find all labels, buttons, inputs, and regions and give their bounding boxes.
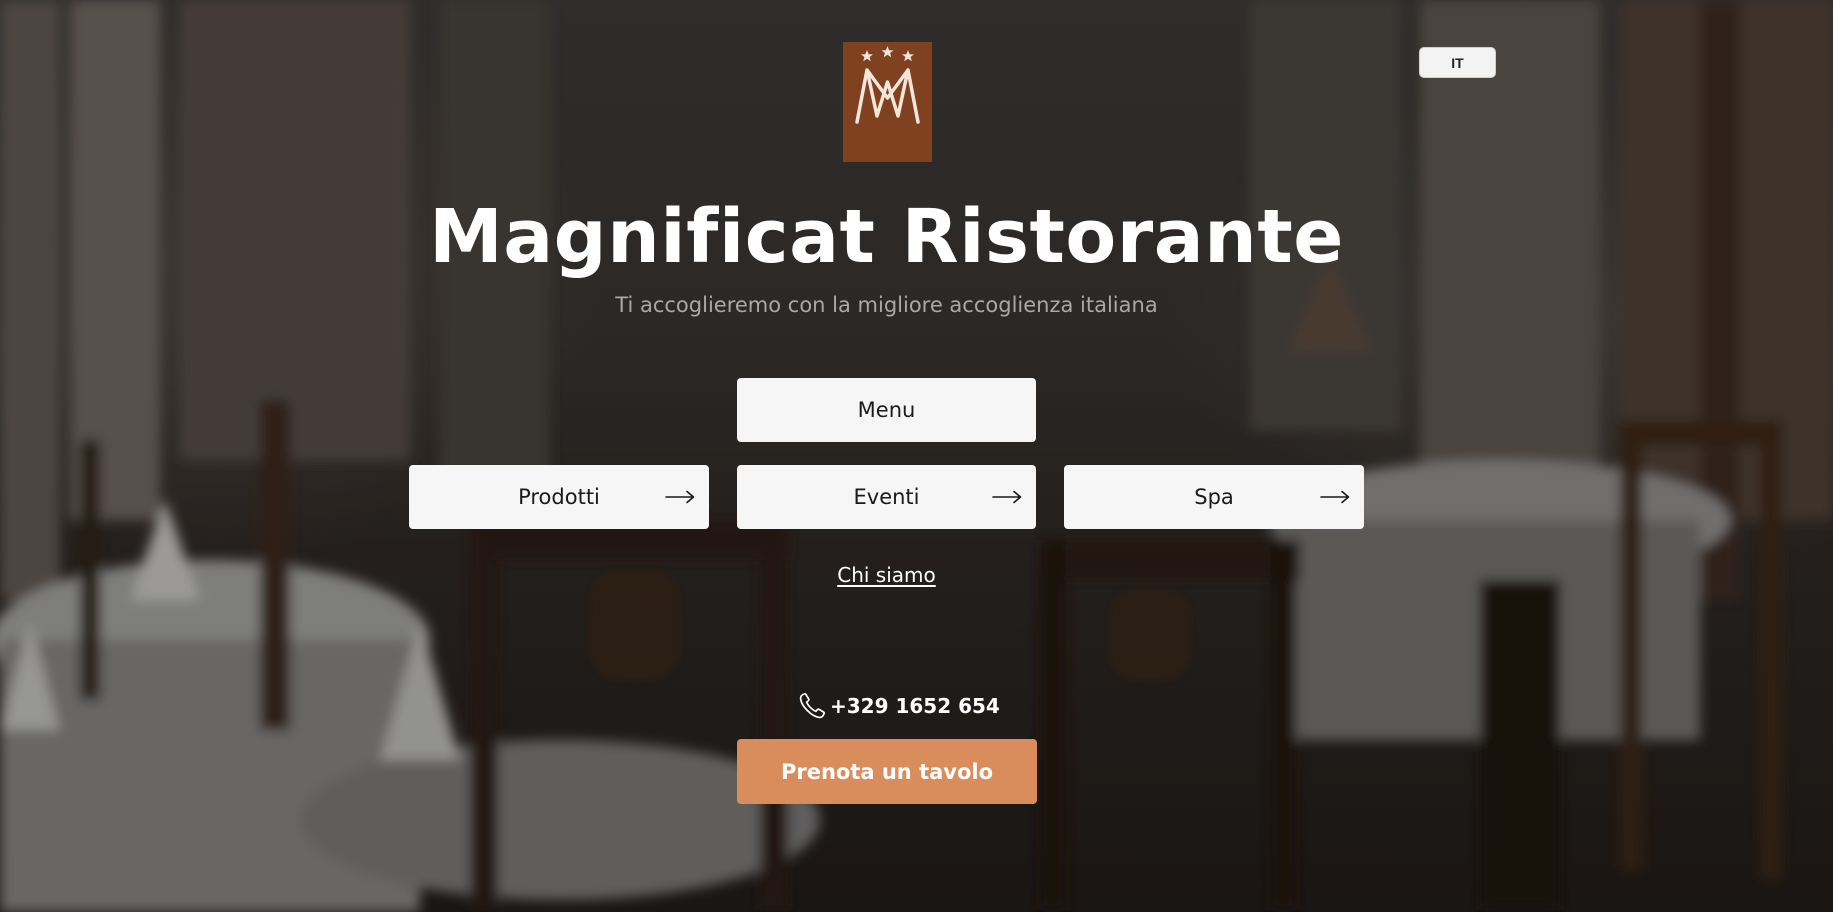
book-table-label: Prenota un tavolo xyxy=(780,759,994,784)
arrow-right-icon xyxy=(665,490,695,504)
menu-button[interactable]: Menu xyxy=(737,378,1036,442)
prodotti-button-label: Prodotti xyxy=(518,485,600,509)
language-label: IT xyxy=(1451,54,1464,71)
arrow-right-icon xyxy=(1320,490,1350,504)
restaurant-logo[interactable] xyxy=(843,42,932,162)
prodotti-button[interactable]: Prodotti xyxy=(409,465,709,529)
phone-number: +329 1652 654 xyxy=(830,694,1000,718)
page-subtitle: Ti accoglieremo con la migliore accoglie… xyxy=(615,293,1158,317)
eventi-button-label: Eventi xyxy=(853,485,920,509)
language-toggle-button[interactable]: IT xyxy=(1419,47,1496,78)
eventi-button[interactable]: Eventi xyxy=(737,465,1036,529)
spa-button[interactable]: Spa xyxy=(1064,465,1364,529)
chi-siamo-link[interactable]: Chi siamo xyxy=(0,563,1773,587)
book-table-button[interactable]: Prenota un tavolo xyxy=(737,739,1037,804)
phone-icon xyxy=(799,693,825,719)
menu-button-label: Menu xyxy=(857,398,916,422)
page-title: Magnificat Ristorante xyxy=(429,194,1344,280)
chi-siamo-label: Chi siamo xyxy=(837,563,936,587)
spa-button-label: Spa xyxy=(1194,485,1234,509)
magnificat-logo-icon xyxy=(843,42,932,162)
phone-link[interactable]: +329 1652 654 xyxy=(796,690,1000,722)
arrow-right-icon xyxy=(992,490,1022,504)
